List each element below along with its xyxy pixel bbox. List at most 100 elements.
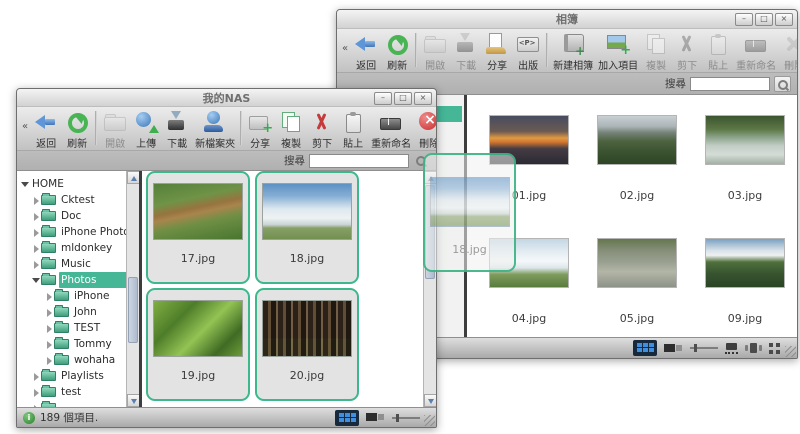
collapsed-arrow-icon[interactable] — [45, 355, 54, 365]
close-button[interactable]: × — [414, 92, 432, 105]
toolbar-button-add-item[interactable]: 加入項目 — [596, 31, 640, 72]
toolbar-button-download[interactable]: 下載 — [451, 31, 481, 72]
tree-item-playlists[interactable]: Playlists — [19, 368, 139, 384]
toolbar-overflow-left[interactable]: « — [20, 121, 30, 132]
toolbar-button-cut[interactable]: 剪下 — [307, 109, 337, 150]
tree-item-iphone-photo[interactable]: iPhone Photo — [19, 224, 139, 240]
zoom-slider[interactable] — [392, 413, 420, 423]
folder-icon — [54, 307, 69, 317]
list-view-icon[interactable] — [664, 344, 683, 353]
collapsed-arrow-icon[interactable] — [45, 307, 54, 317]
toolbar-button-refresh[interactable]: 刷新 — [62, 109, 92, 150]
collapsed-arrow-icon[interactable] — [32, 227, 41, 237]
toolbar-button-rename[interactable]: 重新命名 — [734, 31, 778, 72]
tree-item-test-lower[interactable]: test — [19, 384, 139, 400]
photo-item[interactable]: 03.jpg — [691, 115, 797, 202]
file-card-selected[interactable]: 18.jpg — [255, 171, 359, 284]
tree-item-wohaha[interactable]: wohaha — [19, 352, 139, 368]
toolbar-button-paste[interactable]: 貼上 — [703, 31, 733, 72]
tree-item-home[interactable]: HOME — [19, 176, 139, 192]
thumbnail-image — [597, 238, 677, 288]
photo-item[interactable]: 09.jpg — [691, 238, 797, 325]
tree-item-photos[interactable]: Photos — [19, 272, 139, 288]
toolbar-button-open[interactable]: 開啟 — [420, 31, 450, 72]
filmstrip-view-icon[interactable] — [725, 343, 738, 354]
expanded-arrow-icon[interactable] — [32, 275, 41, 285]
toolbar-button-delete[interactable]: 刪除 — [779, 31, 797, 72]
scroll-down-button[interactable] — [127, 394, 139, 407]
search-input[interactable] — [309, 154, 409, 168]
minimize-button[interactable]: – — [735, 13, 753, 26]
photo-item[interactable]: 02.jpg — [583, 115, 691, 202]
toolbar-overflow-left[interactable]: « — [340, 43, 350, 54]
search-label: 搜尋 — [284, 153, 305, 168]
resize-grip[interactable] — [424, 415, 435, 426]
toolbar-button-new-album[interactable]: 新建相簿 — [551, 31, 595, 72]
expanded-arrow-icon[interactable] — [21, 179, 30, 189]
copy-icon — [643, 32, 669, 56]
nas-window-titlebar[interactable]: 我的NAS – □ × — [17, 89, 436, 107]
maximize-button[interactable]: □ — [394, 92, 412, 105]
tree-item-doc[interactable]: Doc — [19, 208, 139, 224]
minimize-button[interactable]: – — [374, 92, 392, 105]
toolbar-button-back[interactable]: 返回 — [31, 109, 61, 150]
file-card-selected[interactable]: 19.jpg — [146, 288, 250, 401]
scroll-up-button[interactable] — [127, 171, 139, 184]
toolbar-button-new-folder[interactable]: 新檔案夾 — [193, 109, 237, 150]
tree-item-mldonkey[interactable]: mldonkey — [19, 240, 139, 256]
collapsed-arrow-icon[interactable] — [32, 211, 41, 221]
tree-item-iphone[interactable]: iPhone — [19, 288, 139, 304]
collapsed-arrow-icon[interactable] — [32, 259, 41, 269]
collapsed-arrow-icon[interactable] — [45, 339, 54, 349]
thumbnail-view-icon[interactable] — [633, 340, 657, 356]
collapsed-arrow-icon[interactable] — [32, 243, 41, 253]
thumbnail-image — [262, 300, 352, 357]
search-button[interactable] — [774, 76, 791, 92]
thumbnail-view-icon[interactable] — [335, 410, 359, 426]
toolbar-button-publish[interactable]: <P> 出版 — [513, 31, 543, 72]
toolbar-separator — [546, 33, 548, 67]
toolbar-button-download[interactable]: 下載 — [162, 109, 192, 150]
file-card-selected[interactable]: 17.jpg — [146, 171, 250, 284]
toolbar-button-open[interactable]: 開啟 — [100, 109, 130, 150]
toolbar-button-refresh[interactable]: 刷新 — [382, 31, 412, 72]
toolbar-button-upload[interactable]: 上傳 — [131, 109, 161, 150]
thumbnail-image — [153, 183, 243, 240]
collapsed-arrow-icon[interactable] — [32, 387, 41, 397]
toolbar-button-copy[interactable]: 複製 — [276, 109, 306, 150]
tree-item-partial[interactable] — [19, 400, 139, 407]
tree-item-test-upper[interactable]: TEST — [19, 320, 139, 336]
collapsed-arrow-icon[interactable] — [32, 371, 41, 381]
toolbar-button-share[interactable]: 分享 — [482, 31, 512, 72]
toolbar-button-rename[interactable]: 重新命名 — [369, 109, 413, 150]
collapsed-arrow-icon[interactable] — [32, 195, 41, 205]
scrollbar-thumb[interactable] — [128, 277, 138, 343]
list-view-icon[interactable] — [366, 413, 385, 422]
album-window-titlebar[interactable]: 相簿 – □ × — [337, 10, 797, 29]
collapsed-arrow-icon[interactable] — [45, 291, 54, 301]
toolbar-button-delete[interactable]: 刪除 — [414, 109, 436, 150]
desktop: 相簿 – □ × « 返回 刷新 開啟 下載 — [0, 0, 800, 434]
collapsed-arrow-icon[interactable] — [45, 323, 54, 333]
tree-item-john[interactable]: John — [19, 304, 139, 320]
toolbar-button-back[interactable]: 返回 — [351, 31, 381, 72]
search-input[interactable] — [690, 77, 770, 91]
scroll-down-button[interactable] — [424, 394, 436, 407]
toolbar-button-copy[interactable]: 複製 — [641, 31, 671, 72]
zoom-slider[interactable] — [690, 343, 718, 353]
file-card-selected[interactable]: 20.jpg — [255, 288, 359, 401]
tree-item-tommy[interactable]: Tommy — [19, 336, 139, 352]
tree-item-music[interactable]: Music — [19, 256, 139, 272]
mosaic-view-icon[interactable] — [769, 343, 781, 354]
toolbar-button-label: 剪下 — [677, 57, 697, 72]
maximize-button[interactable]: □ — [755, 13, 773, 26]
sidebar-scrollbar[interactable] — [126, 171, 139, 407]
close-button[interactable]: × — [775, 13, 793, 26]
photo-item[interactable]: 05.jpg — [583, 238, 691, 325]
resize-grip[interactable] — [785, 346, 796, 357]
tree-item-cktest[interactable]: Cktest — [19, 192, 139, 208]
carousel-view-icon[interactable] — [745, 343, 762, 353]
toolbar-button-share[interactable]: 分享 — [245, 109, 275, 150]
toolbar-button-cut[interactable]: 剪下 — [672, 31, 702, 72]
toolbar-button-paste[interactable]: 貼上 — [338, 109, 368, 150]
